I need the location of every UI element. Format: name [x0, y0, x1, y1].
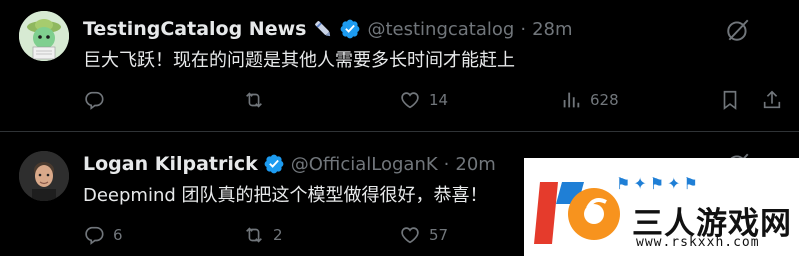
- verified-badge-icon: [264, 154, 284, 174]
- retweet-icon: [246, 227, 262, 243]
- timestamp[interactable]: 20m: [455, 154, 495, 175]
- views-icon: [563, 92, 580, 108]
- display-name[interactable]: Logan Kilpatrick: [83, 153, 258, 175]
- share-button[interactable]: [761, 89, 783, 111]
- tweet-text: 巨大飞跃！现在的问题是其他人需要多长时间才能赶上: [83, 50, 515, 71]
- bookmark-icon: [723, 90, 737, 110]
- display-name[interactable]: TestingCatalog News: [83, 18, 306, 40]
- handle[interactable]: @testingcatalog: [367, 19, 514, 40]
- verified-badge-icon: [341, 19, 360, 39]
- watermark-decoration: ⚑✦⚑✦⚑: [616, 174, 701, 193]
- bookmark-button[interactable]: [719, 89, 741, 111]
- separator: ·: [520, 18, 527, 40]
- reply-icon: [85, 226, 104, 245]
- views-button[interactable]: 628: [560, 89, 619, 111]
- pen-emoji-icon: [315, 21, 331, 37]
- like-count: 14: [429, 91, 449, 109]
- avatar[interactable]: [19, 11, 69, 61]
- tweet-header: Logan Kilpatrick @OfficialLoganK · 20m: [83, 149, 496, 179]
- action-bar: 14 628: [83, 89, 785, 115]
- like-button[interactable]: 57: [399, 224, 448, 246]
- share-icon: [763, 90, 781, 109]
- like-count: 57: [429, 226, 449, 244]
- watermark: ⚑✦⚑✦⚑ 三人游戏网 www.rskxxh.com: [524, 158, 799, 256]
- views-count: 628: [590, 91, 619, 109]
- like-button[interactable]: 14: [399, 89, 448, 111]
- avatar[interactable]: [19, 151, 69, 201]
- retweet-count: 2: [273, 226, 283, 244]
- tweet[interactable]: TestingCatalog News @testingcatalog · 28…: [0, 0, 799, 131]
- handle[interactable]: @OfficialLoganK: [291, 154, 438, 175]
- retweet-button[interactable]: [243, 89, 273, 111]
- retweet-button[interactable]: 2: [243, 224, 283, 246]
- tweet-header: TestingCatalog News @testingcatalog · 28…: [83, 14, 573, 44]
- reply-button[interactable]: [83, 89, 113, 111]
- heart-icon: [401, 92, 419, 109]
- separator: ·: [443, 153, 450, 175]
- tweet-text: Deepmind 团队真的把这个模型做得很好，恭喜！: [83, 185, 488, 206]
- timestamp[interactable]: 28m: [532, 19, 572, 40]
- heart-icon: [401, 227, 419, 244]
- reply-button[interactable]: 6: [83, 224, 123, 246]
- reply-icon: [85, 91, 104, 110]
- watermark-url: www.rskxxh.com: [636, 235, 760, 250]
- retweet-icon: [246, 92, 262, 108]
- reply-count: 6: [113, 226, 123, 244]
- grok-icon[interactable]: [725, 17, 751, 43]
